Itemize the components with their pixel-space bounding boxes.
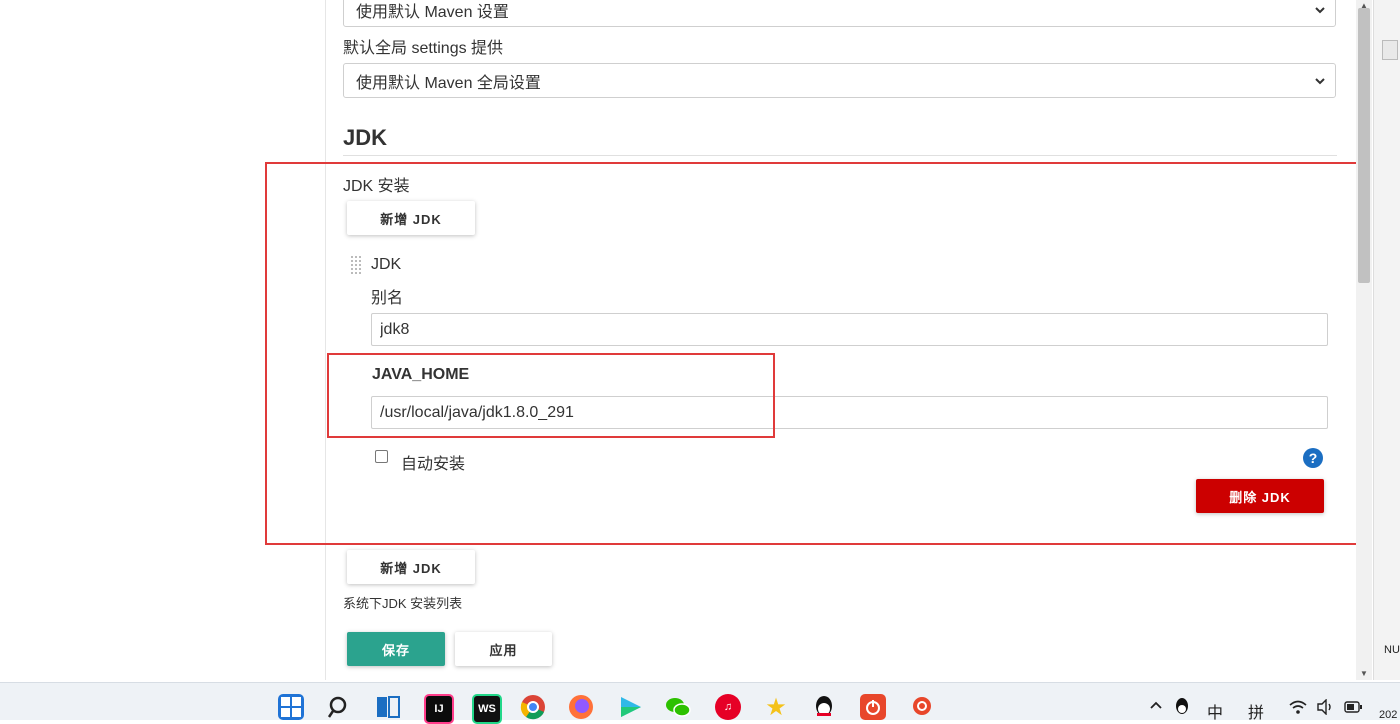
wechat-icon[interactable]	[665, 694, 691, 720]
netease-music-icon[interactable]: ♫	[715, 694, 741, 720]
section-divider	[343, 155, 1337, 156]
add-jdk-button-bottom[interactable]: 新增 JDK	[347, 550, 475, 584]
auto-install-label: 自动安装	[401, 456, 466, 473]
collapse-panel-icon[interactable]	[1382, 40, 1398, 60]
snail-app-icon[interactable]	[910, 694, 936, 720]
webstorm-icon[interactable]: WS	[472, 694, 502, 724]
qq-icon[interactable]	[811, 694, 837, 720]
global-settings-label: 默认全局 settings 提供	[343, 40, 504, 57]
alias-label: 别名	[371, 290, 404, 307]
chevron-down-icon	[1315, 77, 1325, 84]
star-app-icon[interactable]: ★	[763, 694, 789, 721]
maven-settings-select[interactable]: 使用默认 Maven 设置	[343, 0, 1336, 27]
help-icon[interactable]: ?	[1303, 448, 1323, 468]
drag-handle-icon[interactable]	[350, 255, 362, 275]
jdk-install-label: JDK 安装	[343, 178, 410, 195]
tray-qq-icon[interactable]	[1174, 697, 1190, 722]
jdk-section-title: JDK	[343, 125, 388, 150]
wifi-icon[interactable]	[1288, 699, 1308, 720]
auto-install-checkbox[interactable]	[375, 450, 388, 463]
volume-icon[interactable]	[1316, 698, 1334, 720]
intellij-idea-icon[interactable]: IJ	[424, 694, 454, 724]
power-app-icon[interactable]	[860, 694, 886, 720]
java-home-input[interactable]	[371, 396, 1328, 429]
content-left-border	[325, 0, 326, 680]
side-strip-text: NU	[1384, 644, 1400, 656]
ime-language-indicator[interactable]: 中	[1207, 699, 1223, 723]
save-button[interactable]: 保存	[347, 632, 445, 666]
clock[interactable]: 202	[1379, 709, 1397, 721]
scroll-down-icon[interactable]: ▼	[1356, 668, 1372, 678]
battery-icon[interactable]	[1343, 699, 1363, 720]
maven-settings-select-value: 使用默认 Maven 设置	[356, 3, 509, 21]
chevron-down-icon	[1315, 6, 1325, 13]
search-icon[interactable]	[326, 694, 352, 720]
taskbar: IJ WS ♫ ★ 中 拼 202	[0, 682, 1400, 724]
jdk-item-title: JDK	[371, 256, 402, 273]
windows-start-icon[interactable]	[278, 694, 304, 720]
chrome-icon[interactable]	[520, 694, 546, 720]
ime-mode-indicator[interactable]: 拼	[1248, 699, 1264, 723]
side-panel-strip: NU	[1373, 0, 1400, 680]
scrollbar-thumb[interactable]	[1358, 8, 1370, 283]
java-home-label: JAVA_HOME	[372, 366, 470, 383]
tray-expand-icon[interactable]	[1148, 697, 1164, 718]
jdk-list-hint: 系统下JDK 安装列表	[343, 596, 463, 611]
media-player-icon[interactable]	[617, 694, 643, 720]
delete-jdk-button[interactable]: 删除 JDK	[1196, 479, 1324, 513]
firefox-icon[interactable]	[568, 694, 594, 720]
add-jdk-button[interactable]: 新增 JDK	[347, 201, 475, 235]
task-view-icon[interactable]	[375, 694, 401, 720]
apply-button[interactable]: 应用	[455, 632, 552, 666]
jdk-alias-input[interactable]	[371, 313, 1328, 346]
maven-global-settings-select[interactable]: 使用默认 Maven 全局设置	[343, 63, 1336, 98]
scroll-up-icon[interactable]: ▲	[1356, 0, 1372, 10]
maven-global-settings-select-value: 使用默认 Maven 全局设置	[356, 74, 541, 92]
